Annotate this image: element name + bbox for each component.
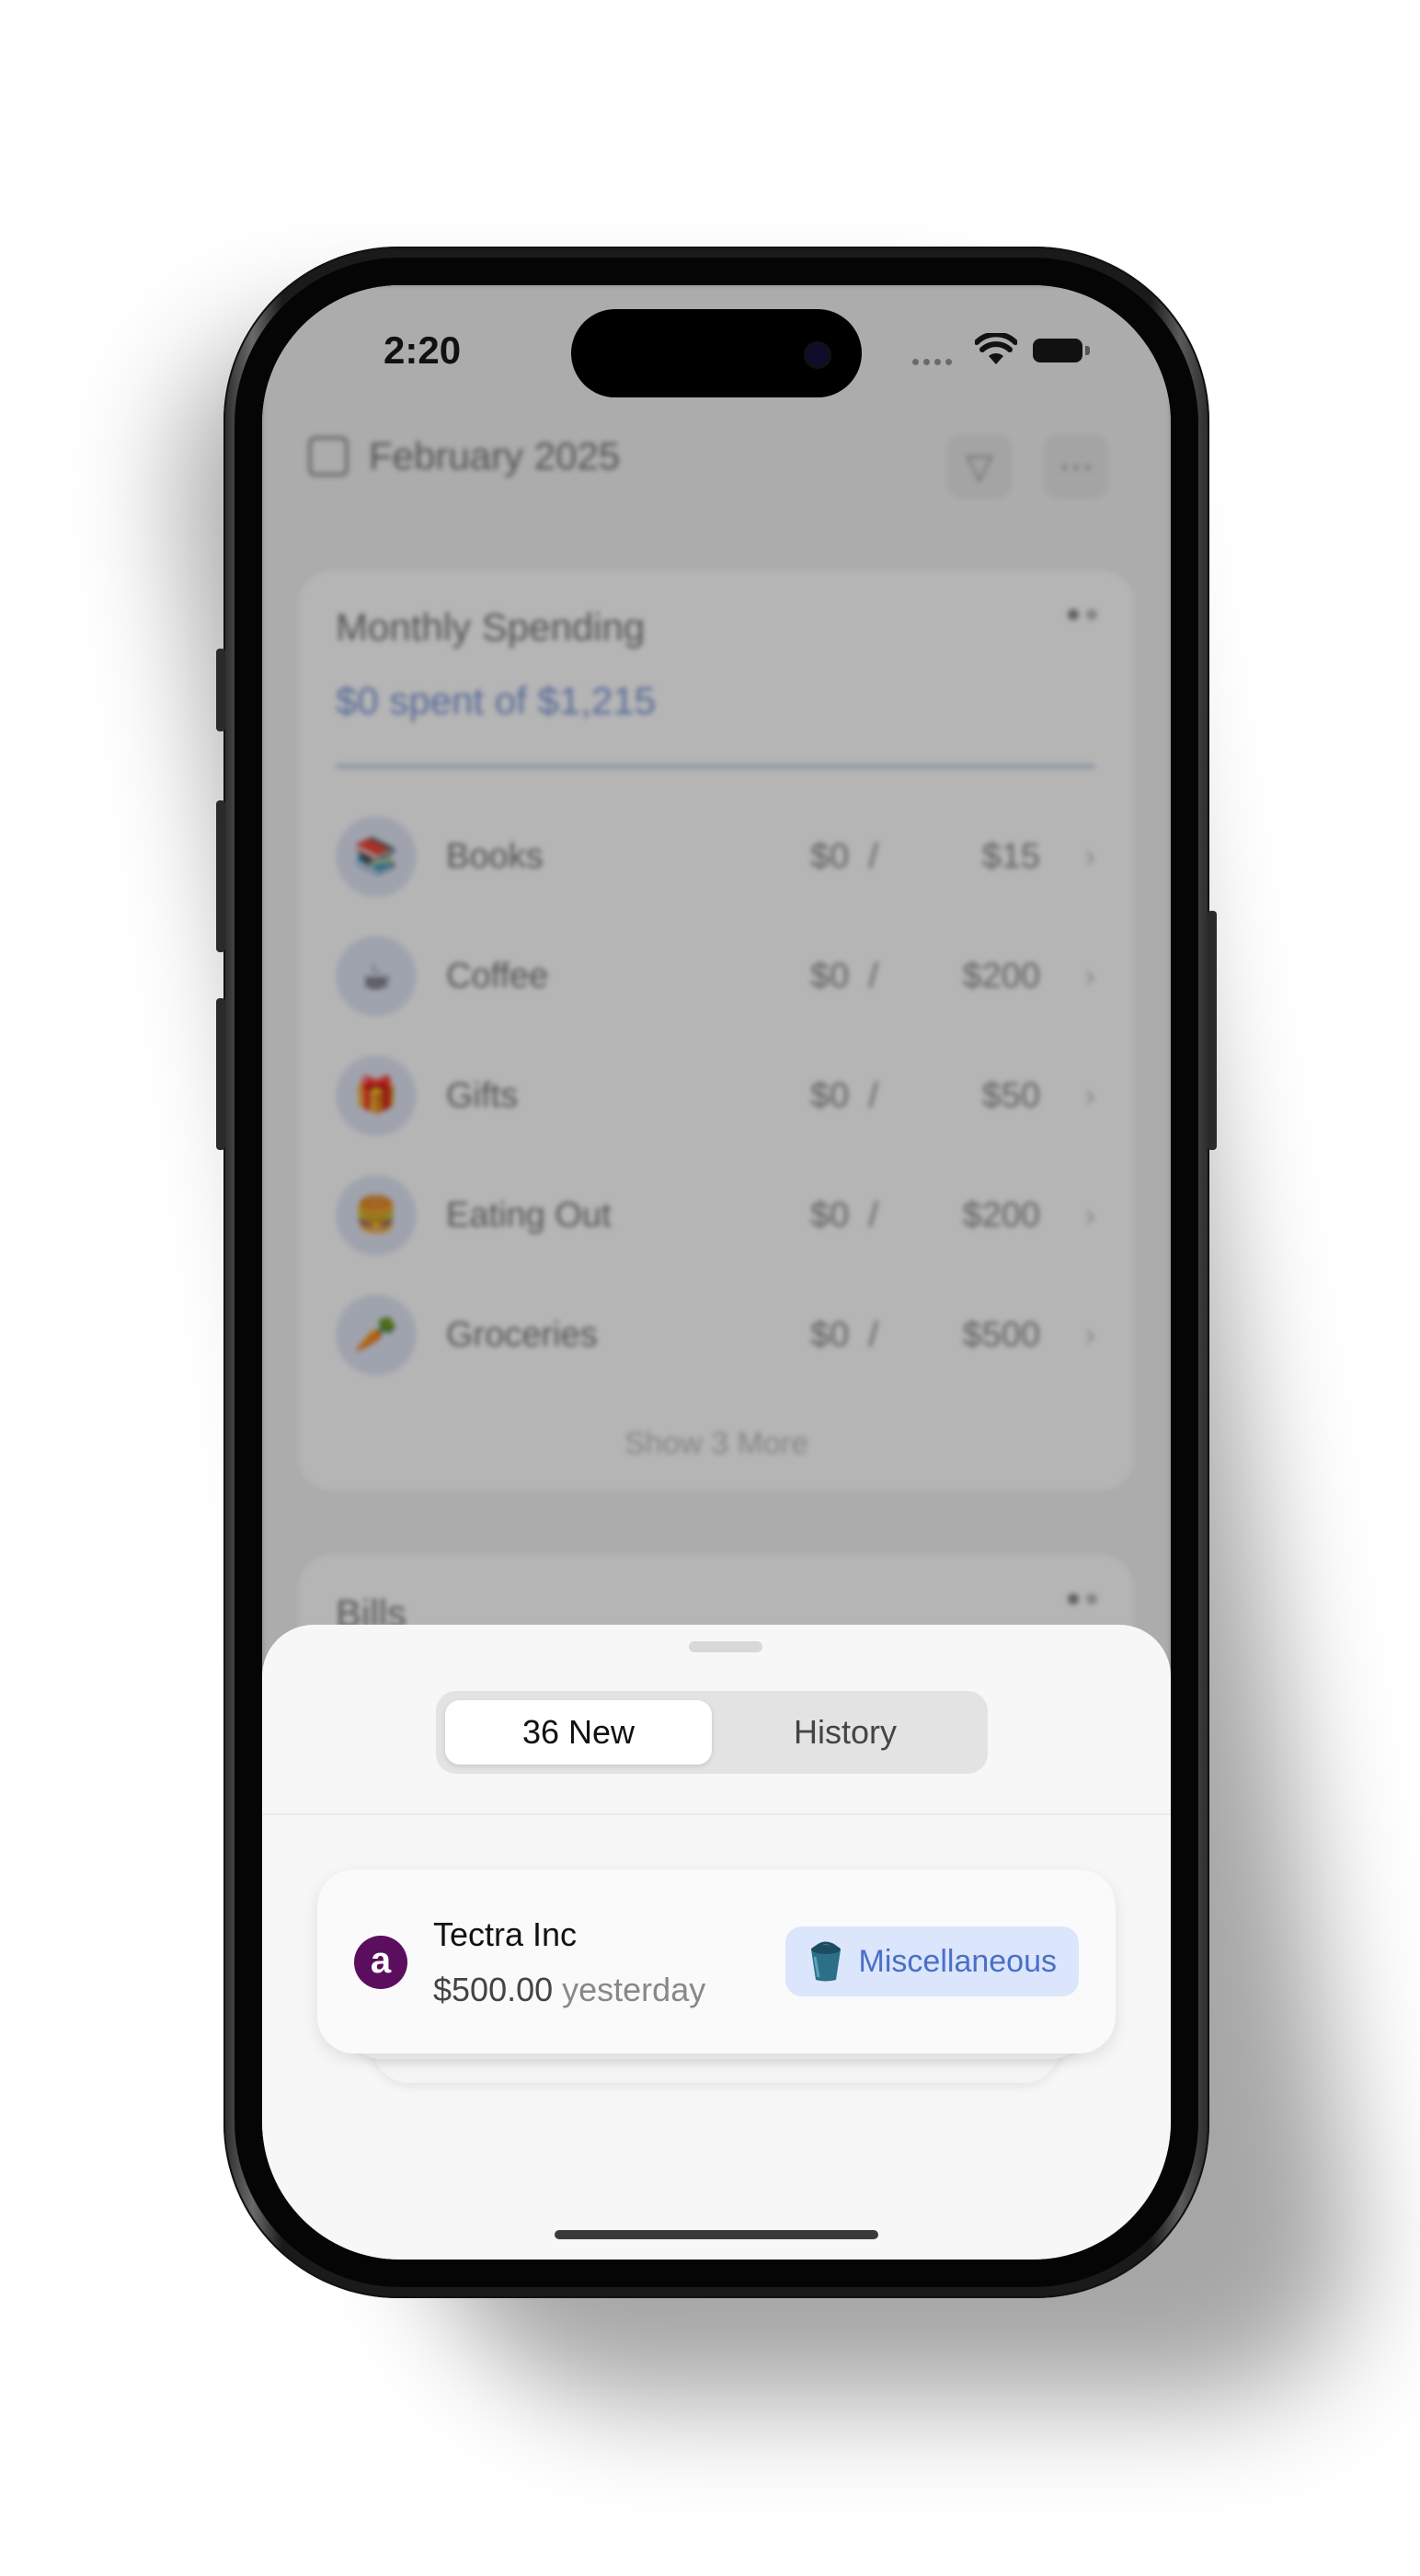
status-time: 2:20 [384, 328, 462, 372]
merchant-name: Tectra Inc [433, 1915, 578, 1953]
sheet-divider [262, 1813, 1171, 1815]
transaction-date: yesterday [562, 1971, 706, 2008]
battery-tip [1085, 346, 1090, 355]
category-label: Miscellaneous [858, 1943, 1057, 1979]
transactions-sheet: 36 New History a Tectra Inc $500.00 yeste… [262, 1625, 1171, 2260]
home-indicator[interactable] [555, 2230, 878, 2239]
tab-new[interactable]: 36 New [445, 1700, 712, 1765]
sheet-grabber[interactable] [689, 1641, 762, 1652]
merchant-logo: a [354, 1936, 407, 1989]
camera-icon [807, 344, 829, 366]
volume-down-button [216, 998, 225, 1150]
transaction-card[interactable]: a Tectra Inc $500.00 yesterday Miscellane… [317, 1869, 1116, 2053]
category-chip[interactable]: Miscellaneous [784, 1926, 1079, 1996]
power-button [1208, 911, 1217, 1150]
cellular-signal-icon [912, 359, 952, 365]
volume-up-button [216, 800, 225, 952]
screen: February 2025 ▽ ⋯ Monthly Spending $0 sp… [262, 285, 1171, 2260]
action-button [216, 649, 225, 731]
segmented-control: 36 New History [436, 1691, 988, 1774]
status-bar: 2:20 [262, 285, 1171, 423]
wifi-icon [975, 333, 1017, 364]
bucket-icon [810, 1941, 841, 1982]
battery-icon [1033, 339, 1082, 362]
transaction-amount: $500.00 [433, 1971, 554, 2008]
transaction-details: $500.00 yesterday [433, 1971, 705, 2009]
tab-history[interactable]: History [712, 1700, 979, 1765]
